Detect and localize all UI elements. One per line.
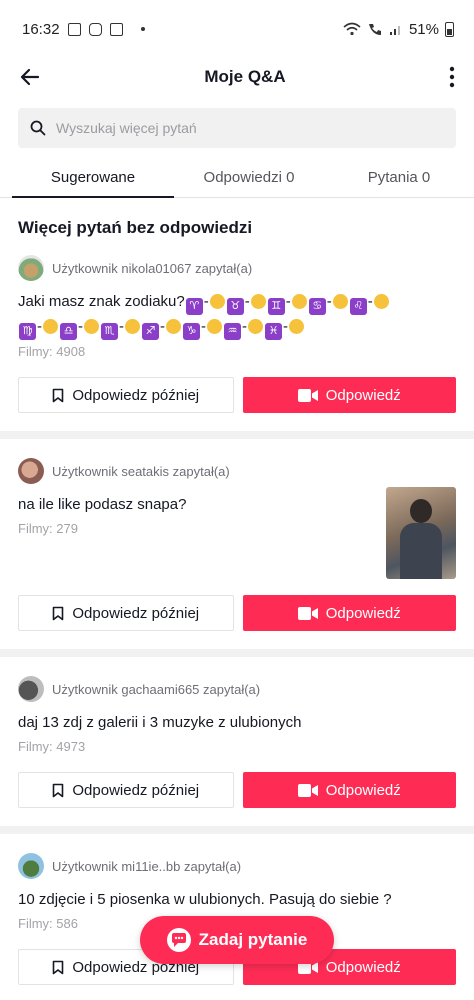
question-card: Użytkownik gachaami665 zapytał(a) daj 13… [0,675,474,808]
more-options-icon[interactable] [448,65,456,89]
question-text: na ile like podasz snapa? [18,496,187,513]
status-bar: 16:32 51% [0,0,474,58]
action-row: Odpowiedz później Odpowiedź [18,772,456,808]
answer-label: Odpowiedź [325,958,401,976]
tab-bar: Sugerowane Odpowiedzi 0 Pytania 0 [0,158,474,198]
wifi-call-icon [368,24,381,35]
bookmark-icon [53,960,64,974]
ask-question-label: Zadaj pytanie [198,930,308,949]
asker-row: Użytkownik mi11ie..bb zapytał(a) [18,852,456,880]
asker-row: Użytkownik nikola01067 zapytał(a) [18,254,456,282]
question-prefix: Jaki masz znak zodiaku? [18,293,185,310]
tab-answers[interactable]: Odpowiedzi 0 [174,158,324,197]
tab-questions[interactable]: Pytania 0 [324,158,474,197]
answer-label: Odpowiedź [325,781,401,799]
status-time: 16:32 [22,20,60,38]
avatar[interactable] [18,676,44,702]
video-camera-icon [297,783,318,797]
ask-question-button[interactable]: Zadaj pytanie [140,916,334,964]
action-row: Odpowiedz później Odpowiedź [18,595,456,631]
asker-row: Użytkownik seatakis zapytał(a) [18,457,456,485]
status-right: 51% [343,21,454,38]
signal-icon [389,26,400,35]
avatar[interactable] [18,255,44,281]
search-icon [30,120,46,136]
battery-percent: 51% [408,20,439,38]
answer-button[interactable]: Odpowiedź [242,595,456,631]
avatar[interactable] [18,458,44,484]
answer-later-button[interactable]: Odpowiedz później [18,595,234,631]
bookmark-icon [53,783,64,797]
cast-icon [109,22,123,36]
answer-later-label: Odpowiedz później [72,386,200,404]
answer-later-button[interactable]: Odpowiedz później [18,377,234,413]
gallery-icon [67,22,81,36]
answer-label: Odpowiedź [325,386,401,404]
question-card: Użytkownik seatakis zapytał(a) na ile li… [0,457,474,631]
answer-label: Odpowiedź [325,604,401,622]
action-row: Odpowiedz później Odpowiedź [18,377,456,413]
tab-suggested[interactable]: Sugerowane [12,158,174,198]
section-divider [0,826,474,834]
wifi-icon [343,22,361,36]
section-title: Więcej pytań bez odpowiedzi [18,218,253,237]
avatar[interactable] [18,853,44,879]
video-thumbnail[interactable] [386,487,456,579]
question-row: na ile like podasz snapa? Filmy: 279 [18,485,456,579]
answer-later-button[interactable]: Odpowiedz później [18,772,234,808]
notification-dot-icon [140,27,145,31]
ask-question-icon [166,928,191,952]
question-card: Użytkownik nikola01067 zapytał(a) Jaki m… [0,254,474,413]
video-camera-icon [297,606,318,620]
question-text: daj 13 zdj z galerii i 3 muzyke z ulubio… [18,714,302,731]
asker-label: Użytkownik seatakis zapytał(a) [52,463,230,479]
search-input[interactable] [56,120,444,136]
asker-label: Użytkownik nikola01067 zapytał(a) [52,260,253,276]
search-box[interactable] [18,108,456,148]
status-left: 16:32 [22,21,145,38]
asker-label: Użytkownik gachaami665 zapytał(a) [52,681,261,697]
films-count: Filmy: 4908 [18,344,86,359]
page-title: Moje Q&A [204,67,286,86]
section-divider [0,649,474,657]
bookmark-icon [53,606,64,620]
instagram-icon [88,22,102,36]
bookmark-icon [53,388,64,402]
films-count: Filmy: 279 [18,521,78,536]
header: Moje Q&A [0,58,474,96]
answer-button[interactable]: Odpowiedź [242,377,456,413]
video-camera-icon [297,388,318,402]
asker-label: Użytkownik mi11ie..bb zapytał(a) [52,858,242,874]
question-text: Jaki masz znak zodiaku? ♈ - ♉ - ♊ - ♋ - ♌ - ♍ - ♎ - ♏ - ♐… [18,290,456,340]
films-count: Filmy: 4973 [18,739,86,754]
battery-icon [445,21,454,37]
back-arrow-icon[interactable] [18,65,42,89]
answer-button[interactable]: Odpowiedź [242,772,456,808]
answer-later-label: Odpowiedz później [72,604,200,622]
asker-row: Użytkownik gachaami665 zapytał(a) [18,675,456,703]
question-text: 10 zdjęcie i 5 piosenka w ulubionych. Pa… [18,891,392,908]
answer-later-label: Odpowiedz później [72,781,200,799]
section-divider [0,431,474,439]
